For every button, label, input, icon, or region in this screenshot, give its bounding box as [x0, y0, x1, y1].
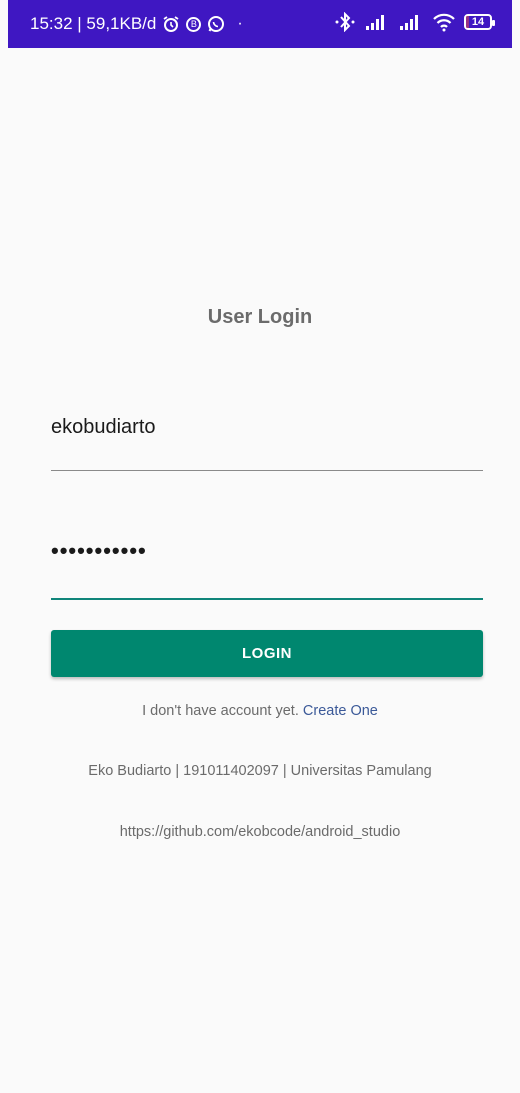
status-bar-right: 14	[334, 12, 495, 32]
github-url-text: https://github.com/ekobcode/android_stud…	[119, 824, 401, 840]
no-account-text: I don't have account yet.	[142, 703, 299, 719]
password-field[interactable]: •••••••••••	[51, 536, 483, 600]
username-value: ekobudiarto	[51, 416, 156, 438]
status-bar-left: 15:32 | 59,1KB/d B ·	[30, 14, 243, 34]
battery-fill	[466, 16, 470, 28]
signup-prompt: I don't have account yet. Create One	[8, 703, 512, 719]
signal-icon	[398, 13, 424, 31]
create-account-link[interactable]: Create One	[303, 703, 378, 719]
status-bar: 15:32 | 59,1KB/d B · 14	[8, 0, 512, 48]
alarm-icon	[162, 15, 180, 33]
battery-level: 14	[471, 16, 485, 28]
bluetooth-icon	[334, 12, 356, 32]
page-title: User Login	[207, 306, 313, 328]
credits-text: Eko Budiarto | 191011402097 | Universita…	[88, 763, 432, 779]
whatsapp-icon	[207, 15, 225, 33]
status-time: 15:32 | 59,1KB/d	[30, 14, 157, 33]
status-dot: ·	[237, 15, 243, 32]
password-value: •••••••••••	[51, 538, 147, 563]
battery-icon: 14	[464, 14, 495, 30]
app-screen: 15:32 | 59,1KB/d B · 14 User Login ekobu…	[8, 0, 512, 1085]
username-field[interactable]: ekobudiarto	[51, 408, 483, 471]
wifi-icon	[432, 12, 456, 32]
login-button[interactable]: LOGIN	[51, 630, 483, 677]
signal-icon	[364, 13, 390, 31]
b-badge-icon: B	[186, 16, 202, 32]
